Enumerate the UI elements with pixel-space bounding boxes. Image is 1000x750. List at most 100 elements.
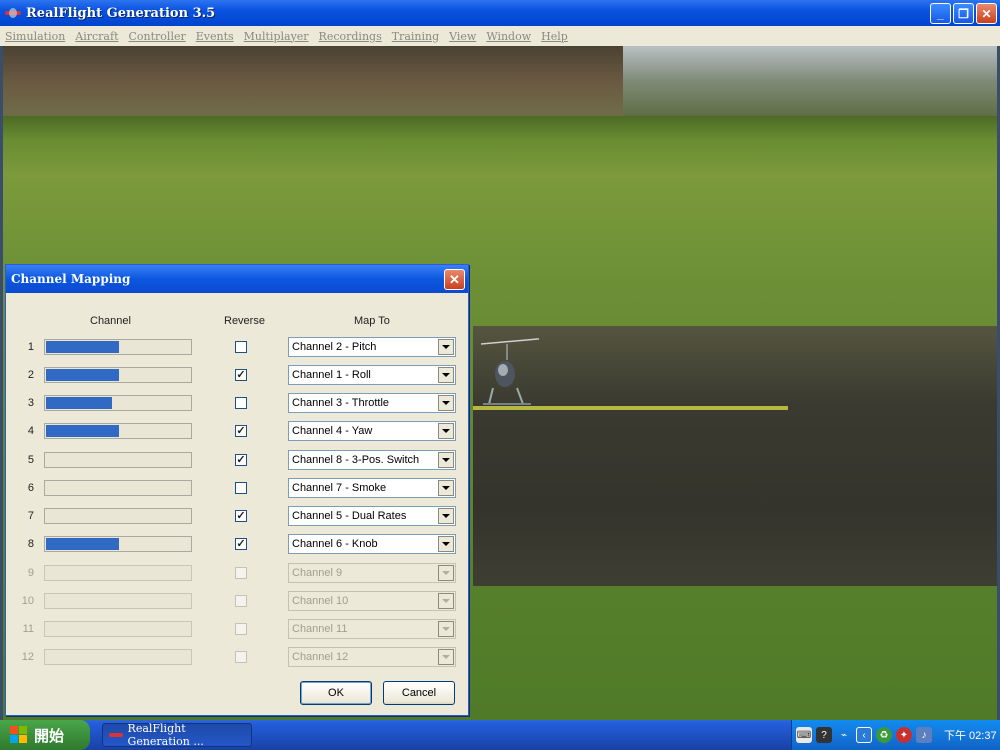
map-to-dropdown[interactable]: Channel 7 - Smoke: [288, 478, 456, 498]
dropdown-arrow-icon[interactable]: [438, 536, 454, 552]
start-button[interactable]: 開始: [0, 720, 90, 750]
channel-mapping-dialog: Channel Mapping ✕ Channel Reverse Map To…: [5, 264, 469, 716]
realflight-app-icon: [5, 7, 21, 19]
map-to-dropdown: Channel 9: [288, 563, 456, 583]
taskbar: 開始 RealFlight Generation ... ⌨ ? ⌁ ‹ ♻ ✦…: [0, 720, 1000, 750]
dialog-close-button[interactable]: ✕: [444, 269, 465, 290]
reverse-checkbox[interactable]: ✓: [235, 425, 247, 437]
channel-level-bar: [44, 395, 192, 411]
reverse-checkbox[interactable]: [235, 482, 247, 494]
restore-button[interactable]: ❐: [953, 3, 974, 24]
dropdown-arrow-icon[interactable]: [438, 508, 454, 524]
map-to-value: Channel 1 - Roll: [292, 369, 371, 381]
close-button[interactable]: ✕: [976, 3, 997, 24]
dropdown-arrow-icon[interactable]: [438, 452, 454, 468]
menu-multiplayer[interactable]: Multiplayer: [239, 30, 314, 43]
channel-number: 6: [27, 482, 34, 494]
map-to-value: Channel 9: [292, 567, 343, 579]
menu-view[interactable]: View: [444, 30, 481, 43]
map-to-value: Channel 6 - Knob: [292, 538, 378, 550]
channel-level-fill: [46, 538, 119, 550]
map-to-dropdown: Channel 10: [288, 591, 456, 611]
reverse-checkbox[interactable]: ✓: [235, 369, 247, 381]
dropdown-arrow-icon: [438, 621, 454, 637]
dropdown-arrow-icon[interactable]: [438, 367, 454, 383]
channel-number: 10: [21, 595, 34, 607]
menu-window[interactable]: Window: [481, 30, 536, 43]
channel-number: 11: [22, 623, 34, 635]
reverse-checkbox[interactable]: [235, 341, 247, 353]
map-to-dropdown[interactable]: Channel 6 - Knob: [288, 534, 456, 554]
map-to-dropdown[interactable]: Channel 5 - Dual Rates: [288, 506, 456, 526]
map-to-value: Channel 7 - Smoke: [292, 482, 387, 494]
menu-help[interactable]: Help: [536, 30, 573, 43]
antivirus-icon[interactable]: ✦: [896, 727, 912, 743]
keyboard-icon[interactable]: ⌨: [796, 727, 812, 743]
app-title-bar[interactable]: RealFlight Generation 3.5 _ ❐ ✕: [0, 0, 1000, 26]
channel-column-header: Channel: [90, 315, 131, 327]
system-clock[interactable]: 下午 02:37: [944, 727, 997, 743]
security-shield-icon[interactable]: ♻: [876, 727, 892, 743]
dropdown-arrow-icon[interactable]: [438, 423, 454, 439]
reverse-checkbox: [235, 567, 247, 579]
realflight-task-icon: [109, 730, 123, 740]
menu-aircraft[interactable]: Aircraft: [70, 30, 123, 43]
system-tray: ⌨ ? ⌁ ‹ ♻ ✦ ♪ 下午 02:37: [791, 720, 1000, 750]
map-to-dropdown[interactable]: Channel 8 - 3-Pos. Switch: [288, 450, 456, 470]
minimize-button[interactable]: _: [930, 3, 951, 24]
app-title: RealFlight Generation 3.5: [26, 5, 216, 21]
menu-recordings[interactable]: Recordings: [314, 30, 387, 43]
ok-button[interactable]: OK: [300, 681, 372, 705]
dropdown-arrow-icon[interactable]: [438, 395, 454, 411]
menu-simulation[interactable]: Simulation: [0, 30, 70, 43]
dialog-title: Channel Mapping: [11, 272, 131, 286]
dialog-title-bar[interactable]: Channel Mapping ✕: [6, 265, 468, 293]
map-to-dropdown[interactable]: Channel 3 - Throttle: [288, 393, 456, 413]
map-to-dropdown[interactable]: Channel 4 - Yaw: [288, 421, 456, 441]
channel-level-bar: [44, 508, 192, 524]
reverse-checkbox[interactable]: ✓: [235, 454, 247, 466]
channel-number: 12: [21, 651, 34, 663]
channel-level-fill: [46, 397, 112, 409]
channel-number: 2: [27, 369, 34, 381]
channel-level-bar: [44, 536, 192, 552]
menu-controller[interactable]: Controller: [124, 30, 191, 43]
dropdown-arrow-icon[interactable]: [438, 339, 454, 355]
helicopter-model: [480, 338, 539, 405]
back-arrow-icon[interactable]: ‹: [856, 727, 872, 743]
map-to-value: Channel 10: [292, 595, 349, 607]
map-to-value: Channel 12: [292, 651, 349, 663]
menu-training[interactable]: Training: [387, 30, 444, 43]
channel-level-fill: [46, 369, 119, 381]
dropdown-arrow-icon: [438, 565, 454, 581]
reverse-checkbox[interactable]: ✓: [235, 510, 247, 522]
network-icon[interactable]: ⌁: [836, 727, 852, 743]
map-to-value: Channel 11: [292, 623, 348, 635]
volume-icon[interactable]: ♪: [916, 727, 932, 743]
map-to-dropdown[interactable]: Channel 2 - Pitch: [288, 337, 456, 357]
channel-level-bar: [44, 480, 192, 496]
help-icon[interactable]: ?: [816, 727, 832, 743]
map-to-dropdown[interactable]: Channel 1 - Roll: [288, 365, 456, 385]
taskbar-app-button[interactable]: RealFlight Generation ...: [102, 722, 252, 748]
scene-runway: [473, 326, 997, 586]
dropdown-arrow-icon: [438, 593, 454, 609]
reverse-checkbox[interactable]: ✓: [235, 538, 247, 550]
channel-level-bar: [44, 649, 192, 665]
window-controls: _ ❐ ✕: [930, 3, 997, 24]
map-to-dropdown: Channel 12: [288, 647, 456, 667]
menu-events[interactable]: Events: [191, 30, 239, 43]
channel-level-bar: [44, 621, 192, 637]
map-to-column-header: Map To: [354, 315, 390, 327]
reverse-checkbox: [235, 651, 247, 663]
channel-number: 7: [27, 510, 34, 522]
dropdown-arrow-icon[interactable]: [438, 480, 454, 496]
cancel-button[interactable]: Cancel: [383, 681, 455, 705]
menu-bar: Simulation Aircraft Controller Events Mu…: [0, 26, 1000, 46]
map-to-dropdown: Channel 11: [288, 619, 456, 639]
map-to-value: Channel 3 - Throttle: [292, 397, 390, 409]
channel-level-bar: [44, 367, 192, 383]
map-to-value: Channel 4 - Yaw: [292, 425, 373, 437]
channel-level-bar: [44, 339, 192, 355]
reverse-checkbox[interactable]: [235, 397, 247, 409]
